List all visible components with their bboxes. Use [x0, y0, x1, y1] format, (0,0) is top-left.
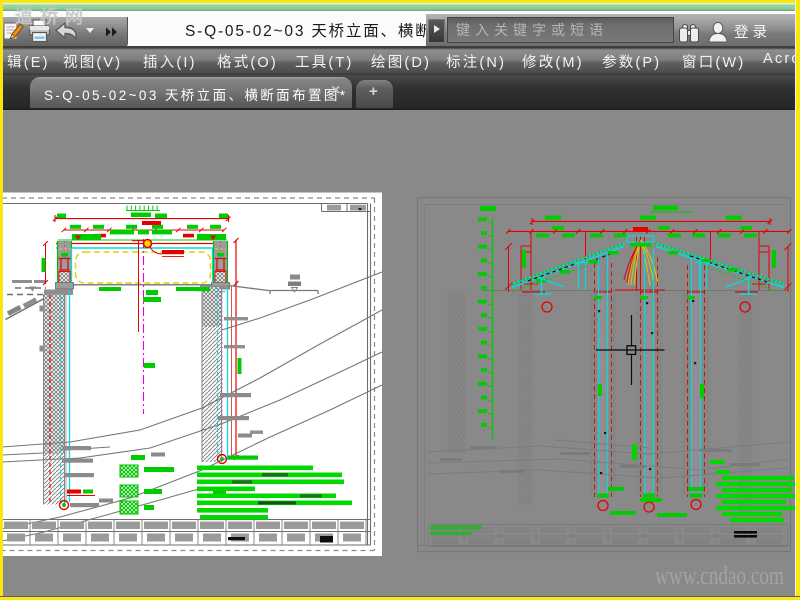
- svg-text:www.cndao.com: www.cndao.com: [655, 561, 784, 590]
